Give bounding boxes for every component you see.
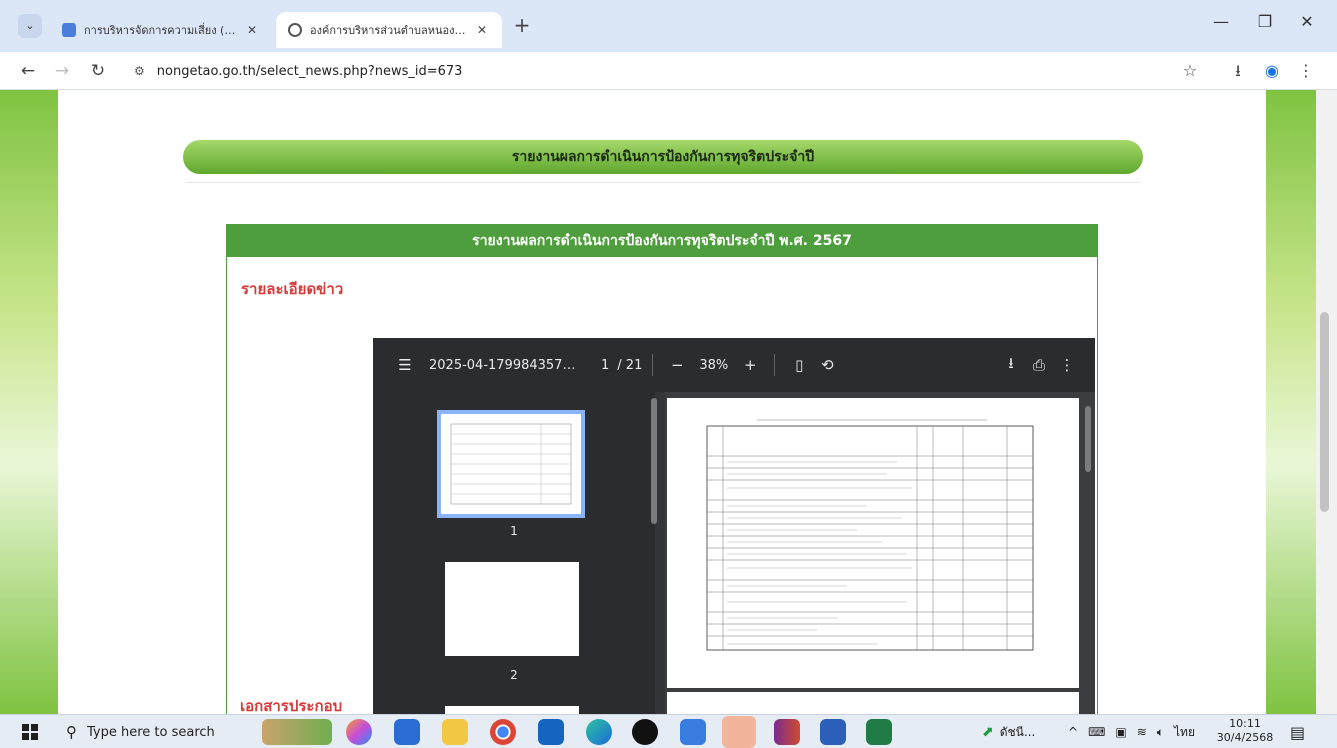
excel-icon[interactable] bbox=[866, 719, 892, 745]
forward-icon[interactable]: → bbox=[50, 59, 74, 83]
tiktok-icon[interactable] bbox=[632, 719, 658, 745]
thumbnail-sidebar: 1 2 bbox=[373, 392, 655, 714]
section-title: รายงานผลการดำเนินการป้องกันการทุจริตประจ… bbox=[183, 140, 1143, 174]
download-icon[interactable]: ⭳ bbox=[1226, 59, 1250, 83]
new-tab-button[interactable]: + bbox=[510, 14, 534, 38]
chart-up-icon: ⬈ bbox=[982, 724, 994, 740]
meet-now-icon[interactable]: ▣ bbox=[1115, 725, 1126, 739]
notification-icon[interactable]: ▤ bbox=[1290, 715, 1305, 748]
date: 30/4/2568 bbox=[1216, 731, 1274, 744]
system-tray: ^ ⌨ ▣ ≋ 🔈︎ ไทย bbox=[1068, 715, 1195, 748]
page-viewport: รายงานผลการดำเนินการป้องกันการทุจริตประจ… bbox=[0, 90, 1337, 714]
pdf-download-icon[interactable]: ⭳ bbox=[997, 353, 1025, 378]
minimize-icon[interactable]: — bbox=[1206, 12, 1236, 31]
tab-close-icon[interactable]: ✕ bbox=[474, 23, 490, 37]
url-text: nongetao.go.th/select_news.php?news_id=6… bbox=[156, 63, 463, 79]
zoom-level[interactable]: 38% bbox=[699, 358, 728, 373]
page-scrollbar[interactable] bbox=[1316, 90, 1337, 714]
copilot-icon[interactable] bbox=[346, 719, 372, 745]
windows-taskbar: ⚲ Type here to search ⬈ ดัชนี... ^ ⌨ ▣ ≋… bbox=[0, 714, 1337, 748]
browser-toolbar: ← → ↻ ⚙ nongetao.go.th/select_news.php?n… bbox=[0, 52, 1337, 90]
thumbnail-label: 1 bbox=[510, 524, 518, 538]
zoom-in-button[interactable]: + bbox=[736, 356, 764, 374]
search-placeholder: Type here to search bbox=[87, 724, 215, 740]
divider bbox=[652, 354, 654, 376]
globe-favicon-icon bbox=[288, 23, 302, 37]
tab-strip: ⌄ การบริหารจัดการความเสี่ยง (หลักฐ... ✕ … bbox=[0, 0, 1337, 52]
news-header: รายงานผลการดำเนินการป้องกันการทุจริตประจ… bbox=[227, 225, 1097, 257]
site-info-icon[interactable]: ⚙ bbox=[134, 64, 145, 78]
widgets-icon[interactable] bbox=[262, 719, 332, 745]
thumbnail-scrollbar[interactable] bbox=[651, 398, 657, 524]
clock[interactable]: 10:11 30/4/2568 bbox=[1212, 717, 1278, 745]
tab-close-icon[interactable]: ✕ bbox=[244, 23, 260, 37]
tab-title: การบริหารจัดการความเสี่ยง (หลักฐ... bbox=[84, 24, 238, 37]
outlook-icon[interactable] bbox=[538, 719, 564, 745]
wifi-icon[interactable]: ≋ bbox=[1137, 725, 1147, 739]
pdf-page-area bbox=[665, 392, 1095, 714]
address-bar[interactable]: ⚙ nongetao.go.th/select_news.php?news_id… bbox=[126, 57, 1216, 85]
store-icon[interactable] bbox=[394, 719, 420, 745]
page-total: / 21 bbox=[617, 357, 643, 373]
chrome-icon[interactable] bbox=[490, 719, 516, 745]
back-icon[interactable]: ← bbox=[16, 59, 40, 83]
menu-kebab-icon[interactable]: ⋮ bbox=[1294, 59, 1318, 83]
tab-search-dropdown-icon[interactable]: ⌄ bbox=[18, 14, 42, 38]
input-method-icon[interactable]: ⌨ bbox=[1088, 725, 1105, 739]
winrar-icon[interactable] bbox=[774, 719, 800, 745]
page-scrollbar-thumb[interactable] bbox=[1320, 312, 1329, 512]
news-detail-label: รายละเอียดข่าว bbox=[241, 280, 344, 298]
profile-icon[interactable]: ◉ bbox=[1260, 59, 1284, 83]
stock-index-widget[interactable]: ⬈ ดัชนี... bbox=[982, 715, 1035, 748]
zoom-out-button[interactable]: − bbox=[663, 356, 691, 374]
thumbnail-preview bbox=[450, 423, 572, 505]
rotate-icon[interactable]: ⟲ bbox=[813, 356, 841, 374]
pdf-more-icon[interactable]: ⋮ bbox=[1053, 356, 1081, 374]
divider bbox=[186, 182, 1140, 183]
speaker-icon[interactable]: 🔈︎ bbox=[1157, 725, 1164, 740]
taskbar-search[interactable]: ⚲ Type here to search bbox=[56, 717, 252, 747]
divider bbox=[774, 354, 776, 376]
page-current[interactable]: 1 bbox=[601, 358, 609, 373]
attachments-label: เอกสารประกอบ bbox=[240, 697, 343, 714]
edge-icon[interactable] bbox=[586, 719, 612, 745]
close-window-icon[interactable]: ✕ bbox=[1292, 12, 1322, 31]
tray-item-label: ดัชนี... bbox=[999, 724, 1036, 739]
fit-page-icon[interactable]: ▯ bbox=[785, 356, 813, 374]
pdf-toolbar: ☰ 2025-04-17998435746... 1 / 21 − 38% + … bbox=[373, 338, 1095, 392]
hamburger-menu-icon[interactable]: ☰ bbox=[391, 356, 419, 374]
chevron-up-icon[interactable]: ^ bbox=[1068, 725, 1078, 739]
print-icon[interactable]: ⎙ bbox=[1025, 356, 1053, 374]
page-thumbnail-2[interactable] bbox=[445, 562, 579, 656]
language-indicator[interactable]: ไทย bbox=[1174, 723, 1195, 742]
tab-title: องค์การบริหารส่วนตำบลหนองอีเฒ่า bbox=[310, 24, 468, 37]
page-thumbnail-1[interactable] bbox=[437, 410, 585, 518]
pdf-file-name: 2025-04-17998435746... bbox=[429, 357, 579, 373]
line-icon[interactable] bbox=[722, 716, 756, 748]
trip-icon[interactable] bbox=[680, 719, 706, 745]
restore-icon[interactable]: ❐ bbox=[1250, 12, 1280, 31]
pdf-page-2 bbox=[667, 692, 1079, 714]
pdf-viewer[interactable]: ☰ 2025-04-17998435746... 1 / 21 − 38% + … bbox=[373, 338, 1095, 714]
windows-start-icon[interactable] bbox=[22, 724, 38, 740]
tab-risk-management[interactable]: การบริหารจัดการความเสี่ยง (หลักฐ... ✕ bbox=[50, 12, 272, 48]
page-scrollbar-thumb[interactable] bbox=[1085, 406, 1091, 472]
bookmark-star-icon[interactable]: ☆ bbox=[1178, 59, 1202, 83]
tab-nongetao[interactable]: องค์การบริหารส่วนตำบลหนองอีเฒ่า ✕ bbox=[276, 12, 502, 48]
word-icon[interactable] bbox=[820, 719, 846, 745]
reload-icon[interactable]: ↻ bbox=[86, 59, 110, 83]
search-icon: ⚲ bbox=[66, 723, 77, 741]
thumbnail-label: 2 bbox=[510, 668, 518, 682]
time: 10:11 bbox=[1229, 717, 1261, 730]
document-table-preview bbox=[706, 419, 1034, 651]
page-thumbnail-3[interactable] bbox=[445, 706, 579, 714]
sheet-favicon-icon bbox=[62, 23, 76, 37]
file-explorer-icon[interactable] bbox=[442, 719, 468, 745]
pdf-page-1 bbox=[667, 398, 1079, 688]
